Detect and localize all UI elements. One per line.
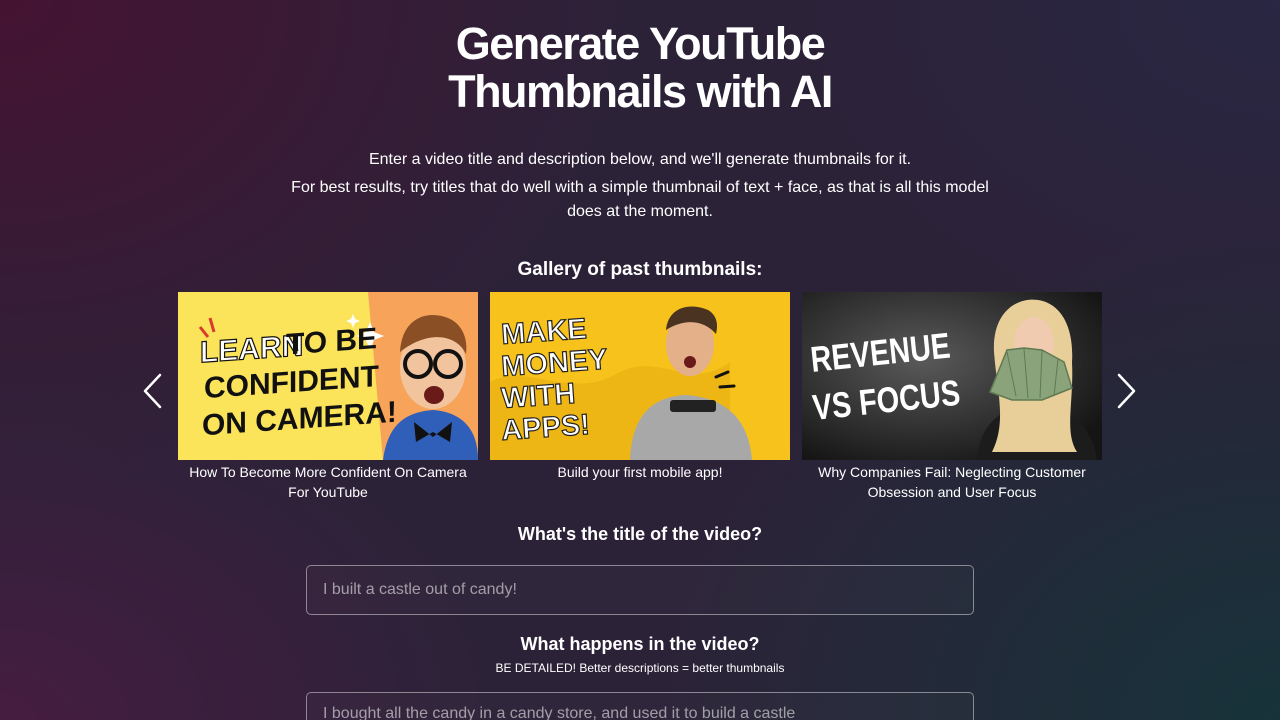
- intro-line-1: Enter a video title and description belo…: [368, 151, 912, 168]
- gallery-heading: Gallery of past thumbnails:: [517, 259, 763, 280]
- chevron-left-icon: [143, 373, 162, 409]
- page-title-line-1: Generate YouTube: [455, 18, 826, 69]
- description-input[interactable]: [306, 692, 974, 720]
- gallery-thumbnail[interactable]: REVENUE VS FOCUS: [802, 292, 1102, 460]
- description-label: What happens in the video?: [520, 634, 760, 654]
- carousel-prev-button[interactable]: [141, 372, 165, 410]
- thumbnail-text: TO BE: [286, 322, 377, 361]
- gallery-caption: How To Become More Confident On Camera F…: [189, 464, 467, 500]
- page: Generate YouTube Thumbnails with AI Ente…: [0, 0, 1280, 720]
- intro-line-2: For best results, try titles that do wel…: [291, 179, 989, 220]
- thumbnail-text: WITH: [500, 378, 576, 415]
- gallery-thumbnail[interactable]: LEARN TO BE CONFIDENT ON CAMERA!: [178, 292, 478, 460]
- thumbnail-text: APPS!: [500, 409, 591, 447]
- page-title: Generate YouTube Thumbnails with AI: [0, 20, 1280, 116]
- gallery-caption: Why Companies Fail: Neglecting Customer …: [818, 464, 1086, 500]
- gallery-card[interactable]: MAKE MONEY WITH APPS! Build your first m…: [490, 292, 790, 482]
- page-title-line-2: Thumbnails with AI: [448, 66, 833, 117]
- carousel-next-button[interactable]: [1114, 372, 1138, 410]
- gallery-thumbnail[interactable]: MAKE MONEY WITH APPS!: [490, 292, 790, 460]
- intro-text: Enter a video title and description belo…: [290, 148, 990, 228]
- chevron-right-icon: [1117, 373, 1136, 409]
- gallery-caption: Build your first mobile app!: [557, 464, 723, 480]
- gallery-card[interactable]: LEARN TO BE CONFIDENT ON CAMERA! How To …: [178, 292, 478, 502]
- title-label: What's the title of the video?: [517, 524, 763, 544]
- title-input[interactable]: [306, 565, 974, 615]
- description-hint: BE DETAILED! Better descriptions = bette…: [495, 661, 785, 675]
- gallery-card[interactable]: REVENUE VS FOCUS Why Companies Fail: Neg…: [802, 292, 1102, 502]
